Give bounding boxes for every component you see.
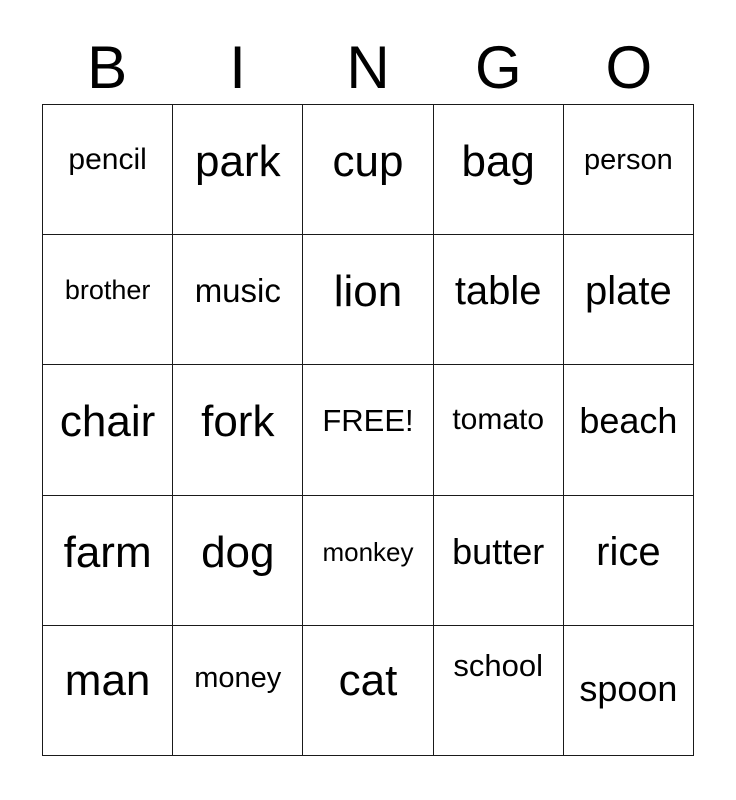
bingo-cell[interactable]: cup xyxy=(303,105,434,236)
bingo-cell-label: plate xyxy=(585,269,672,314)
bingo-cell[interactable]: school xyxy=(433,625,564,756)
bingo-cell[interactable]: plate xyxy=(563,235,694,366)
bingo-cell[interactable]: money xyxy=(173,625,304,756)
bingo-cell[interactable]: person xyxy=(563,105,694,236)
bingo-cell-label: person xyxy=(584,144,673,176)
header-letter-n: N xyxy=(346,34,390,101)
header-letter-i: I xyxy=(229,34,246,101)
bingo-cell-label: beach xyxy=(579,400,678,442)
bingo-cell[interactable]: chair xyxy=(43,365,174,496)
bingo-cell-label: park xyxy=(194,137,281,186)
bingo-cell[interactable]: man xyxy=(43,625,174,756)
bingo-cell-label: rice xyxy=(596,529,661,574)
bingo-cell[interactable]: rice xyxy=(563,495,694,626)
bingo-card: B I N G O pencil park cup bag person brother m… xyxy=(42,10,694,756)
bingo-cell[interactable]: cat xyxy=(303,625,434,756)
bingo-free-space[interactable]: FREE! xyxy=(303,365,434,496)
bingo-cell[interactable]: monkey xyxy=(303,495,434,626)
bingo-cell[interactable]: tomato xyxy=(433,365,564,496)
bingo-cell-label: bag xyxy=(461,137,535,186)
header-letter-b: B xyxy=(87,34,128,101)
bingo-cell-label: monkey xyxy=(322,536,414,567)
bingo-cell-label: brother xyxy=(64,275,151,306)
bingo-cell-label: spoon xyxy=(579,667,678,709)
bingo-cell-label: school xyxy=(453,647,543,683)
bingo-cell-label: dog xyxy=(201,527,275,577)
bingo-cell[interactable]: beach xyxy=(563,365,694,496)
bingo-cell-label: farm xyxy=(63,527,152,577)
bingo-cell-label: music xyxy=(194,272,281,310)
bingo-cell-label: chair xyxy=(59,397,156,447)
header-letter-g: G xyxy=(475,34,522,101)
bingo-cell[interactable]: farm xyxy=(43,495,174,626)
bingo-cell[interactable]: dog xyxy=(173,495,304,626)
header-letter-o: O xyxy=(605,34,653,101)
bingo-cell-label: butter xyxy=(452,530,545,572)
bingo-cell[interactable]: table xyxy=(433,235,564,366)
bingo-cell[interactable]: pencil xyxy=(43,105,174,236)
bingo-cell[interactable]: park xyxy=(173,105,304,236)
bingo-cell[interactable]: bag xyxy=(433,105,564,236)
bingo-cell-label: cat xyxy=(338,655,398,705)
bingo-cell[interactable]: spoon xyxy=(563,625,694,756)
bingo-cell-label: lion xyxy=(333,267,403,317)
bingo-grid: pencil park cup bag person brother music lion ta… xyxy=(42,104,694,756)
bingo-cell[interactable]: fork xyxy=(173,365,304,496)
bingo-cell-label: cup xyxy=(332,137,404,186)
bingo-header-row: B I N G O xyxy=(42,10,694,104)
bingo-cell[interactable]: lion xyxy=(303,235,434,366)
bingo-cell-label: pencil xyxy=(68,143,147,176)
bingo-cell[interactable]: brother xyxy=(43,235,174,366)
bingo-cell[interactable]: music xyxy=(173,235,304,366)
bingo-cell-label: table xyxy=(454,269,542,314)
bingo-cell-label: tomato xyxy=(452,403,545,437)
bingo-cell-label: fork xyxy=(201,397,275,447)
free-space-label: FREE! xyxy=(322,403,414,439)
bingo-cell-label: man xyxy=(64,655,151,705)
bingo-cell-label: money xyxy=(194,661,282,694)
bingo-cell[interactable]: butter xyxy=(433,495,564,626)
